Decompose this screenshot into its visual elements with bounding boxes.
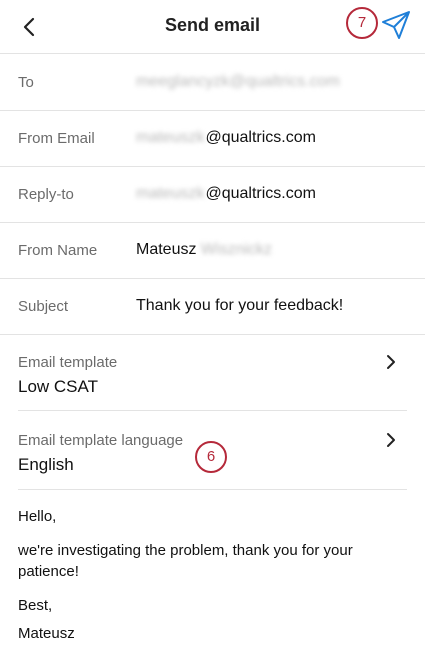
email-template-label: Email template bbox=[18, 354, 118, 371]
from-last-name-redacted: Wisznickz bbox=[200, 241, 273, 258]
callout-badge-7: 7 bbox=[346, 7, 378, 39]
from-email-user-redacted: mateuszk bbox=[136, 129, 205, 146]
from-email-field[interactable]: From Email mateuszk@qualtrics.com bbox=[0, 111, 425, 167]
callout-badge-6: 6 bbox=[195, 441, 227, 473]
reply-to-domain: @qualtrics.com bbox=[205, 185, 316, 202]
message-body: we're investigating the problem, thank y… bbox=[18, 542, 353, 580]
message-closing: Best, bbox=[18, 597, 53, 614]
subject-field[interactable]: Subject Thank you for your feedback! bbox=[0, 279, 425, 335]
from-first-name: Mateusz bbox=[136, 241, 197, 258]
message-signature: Mateusz bbox=[18, 625, 75, 642]
subject-value: Thank you for your feedback! bbox=[136, 297, 344, 314]
chevron-right-icon bbox=[387, 355, 395, 369]
app-header: Send email 7 bbox=[0, 0, 425, 54]
send-button[interactable] bbox=[380, 9, 412, 41]
reply-to-user-redacted: mateuszk bbox=[136, 185, 205, 202]
send-icon bbox=[382, 11, 410, 39]
from-name-field[interactable]: From Name Mateusz Wisznickz bbox=[0, 223, 425, 279]
from-name-label: From Name bbox=[18, 242, 98, 259]
from-email-domain: @qualtrics.com bbox=[205, 129, 316, 146]
subject-label: Subject bbox=[18, 298, 69, 315]
reply-to-value: mateuszk@qualtrics.com bbox=[136, 185, 316, 203]
message-greeting: Hello, bbox=[18, 508, 57, 525]
email-template-language-label: Email template language bbox=[18, 432, 184, 449]
reply-to-field[interactable]: Reply-to mateuszk@qualtrics.com bbox=[0, 167, 425, 223]
reply-to-label: Reply-to bbox=[18, 186, 74, 203]
to-field[interactable]: To meeglancyzk@qualtrics.com bbox=[0, 55, 425, 111]
to-label: To bbox=[18, 74, 34, 91]
email-template-language-value: English bbox=[18, 455, 74, 474]
from-email-value: mateuszk@qualtrics.com bbox=[136, 129, 316, 147]
to-value: meeglancyzk@qualtrics.com bbox=[136, 73, 341, 91]
from-name-value: Mateusz Wisznickz bbox=[136, 241, 273, 259]
chevron-right-icon bbox=[387, 433, 395, 447]
email-template-value: Low CSAT bbox=[18, 377, 98, 396]
email-template-row[interactable]: Email template Low CSAT bbox=[0, 334, 425, 411]
from-email-label: From Email bbox=[18, 130, 95, 147]
divider bbox=[18, 489, 407, 490]
to-address-redacted: meeglancyzk@qualtrics.com bbox=[136, 73, 340, 90]
divider bbox=[18, 410, 407, 411]
